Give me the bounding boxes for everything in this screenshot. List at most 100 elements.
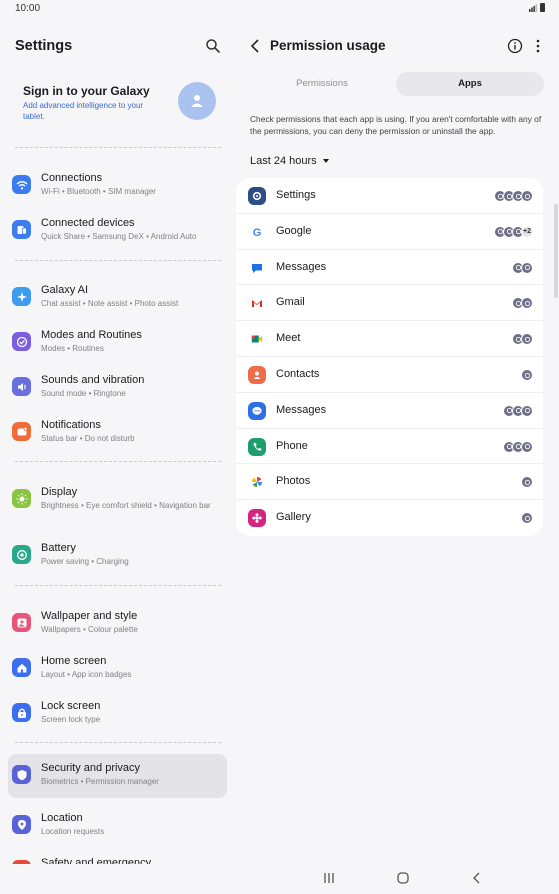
app-row-gmail[interactable]: Gmail bbox=[236, 285, 543, 322]
settings-item-title: Battery bbox=[41, 542, 76, 554]
settings-item-wallpaper-and-style[interactable]: Wallpaper and style Wallpapers • Colour p… bbox=[8, 602, 227, 646]
svg-text:G: G bbox=[253, 227, 262, 239]
app-name: Phone bbox=[276, 439, 308, 452]
shield-icon bbox=[12, 765, 31, 784]
back-nav-icon[interactable] bbox=[468, 870, 486, 886]
app-row-meet[interactable]: Meet bbox=[236, 321, 543, 357]
permission-icons bbox=[521, 512, 533, 525]
settings-item-subtitle: Chat assist • Note assist • Photo assist bbox=[41, 299, 179, 308]
settings-item-display[interactable]: Display Brightness • Eye comfort shield •… bbox=[8, 478, 227, 522]
time-filter-dropdown[interactable]: Last 24 hours bbox=[250, 155, 329, 167]
sparkle-icon bbox=[12, 287, 31, 306]
settings-item-title: Safety and emergency bbox=[41, 857, 152, 864]
app-name: Google bbox=[276, 224, 312, 237]
navigation-bar bbox=[0, 864, 559, 894]
home-button-icon[interactable] bbox=[394, 870, 412, 886]
settings-item-sounds-and-vibration[interactable]: Sounds and vibration Sound mode • Rington… bbox=[8, 366, 227, 410]
more-options-icon[interactable] bbox=[533, 38, 543, 54]
settings-item-galaxy-ai[interactable]: Galaxy AI Chat assist • Note assist • Pho… bbox=[8, 276, 227, 320]
settings-item-connections[interactable]: Connections Wi-Fi • Bluetooth • SIM manag… bbox=[8, 164, 227, 208]
recent-apps-icon[interactable] bbox=[320, 870, 338, 886]
gallery-icon bbox=[248, 509, 266, 528]
app-name: Photos bbox=[276, 475, 311, 488]
app-row-settings[interactable]: Settings bbox=[236, 178, 543, 214]
scrollbar[interactable] bbox=[554, 204, 558, 298]
settings-item-title: Lock screen bbox=[41, 700, 101, 712]
settings-title: Settings bbox=[15, 38, 73, 54]
signin-title: Sign in to your Galaxy bbox=[23, 84, 150, 98]
settings-item-subtitle: Modes • Routines bbox=[41, 344, 104, 353]
location-icon bbox=[12, 815, 31, 834]
permission-icon bbox=[521, 369, 533, 381]
permission-icons bbox=[503, 404, 533, 417]
battery-status-icon bbox=[540, 3, 545, 12]
volume-icon bbox=[12, 377, 31, 396]
settings-item-title: Wallpaper and style bbox=[41, 610, 138, 622]
divider bbox=[15, 260, 221, 261]
devices-icon bbox=[12, 220, 31, 239]
permission-icon bbox=[521, 476, 533, 489]
app-name: Gmail bbox=[276, 296, 305, 309]
tab-permissions[interactable]: Permissions bbox=[248, 72, 396, 96]
avatar[interactable] bbox=[178, 82, 216, 120]
info-icon[interactable] bbox=[507, 38, 523, 54]
photos-icon bbox=[248, 473, 266, 492]
messages-samsung-icon bbox=[248, 401, 266, 420]
settings-item-notifications[interactable]: Notifications Status bar • Do not disturb bbox=[8, 411, 227, 455]
back-arrow-icon[interactable] bbox=[248, 38, 262, 54]
tab-apps[interactable]: Apps bbox=[396, 72, 544, 96]
permission-icon bbox=[521, 404, 533, 417]
app-row-google[interactable]: G Google +2 bbox=[236, 214, 543, 250]
permission-icons bbox=[521, 369, 533, 381]
divider bbox=[15, 585, 221, 586]
gmail-icon bbox=[248, 294, 266, 313]
settings-item-title: Galaxy AI bbox=[41, 284, 89, 296]
app-name: Contacts bbox=[276, 368, 320, 380]
settings-item-title: Modes and Routines bbox=[41, 329, 142, 341]
permission-icons bbox=[503, 440, 533, 453]
settings-item-modes-and-routines[interactable]: Modes and Routines Modes • Routines bbox=[8, 321, 227, 365]
settings-item-battery[interactable]: Battery Power saving • Charging bbox=[8, 534, 227, 578]
app-name: Settings bbox=[276, 189, 316, 201]
settings-item-title: Connected devices bbox=[41, 217, 135, 229]
permission-icon bbox=[521, 333, 533, 346]
app-row-gallery[interactable]: Gallery bbox=[236, 500, 543, 536]
settings-pane: Settings Sign in to your Galaxy Add adva… bbox=[0, 18, 234, 864]
signin-card[interactable]: Sign in to your Galaxy Add advanced inte… bbox=[14, 76, 222, 146]
settings-item-location[interactable]: Location Location requests bbox=[8, 804, 227, 848]
settings-item-home-screen[interactable]: Home screen Layout • App icon badges bbox=[8, 647, 227, 691]
app-row-messages[interactable]: Messages bbox=[236, 250, 543, 286]
settings-item-safety-and-emergency[interactable]: Safety and emergency bbox=[8, 849, 227, 864]
settings-item-title: Connections bbox=[41, 172, 103, 184]
messages-google-icon bbox=[248, 258, 266, 277]
sun-icon bbox=[12, 489, 31, 508]
settings-item-subtitle: Sound mode • Ringtone bbox=[41, 389, 126, 398]
settings-item-security-and-privacy[interactable]: Security and privacy Biometrics • Permiss… bbox=[8, 754, 227, 798]
caret-down-icon bbox=[322, 159, 329, 163]
search-icon[interactable] bbox=[205, 38, 221, 54]
status-bar: 10:00 bbox=[0, 0, 559, 18]
permission-icon bbox=[521, 440, 533, 453]
page-title: Permission usage bbox=[270, 38, 386, 53]
divider bbox=[15, 461, 221, 462]
settings-item-subtitle: Power saving • Charging bbox=[41, 557, 129, 566]
apps-list: Settings G Google +2 Messages Gmail Meet Contac… bbox=[236, 178, 543, 536]
permission-icon bbox=[521, 261, 533, 274]
phone-icon bbox=[248, 437, 266, 456]
permission-icons bbox=[512, 297, 533, 310]
settings-item-connected-devices[interactable]: Connected devices Quick Share • Samsung D… bbox=[8, 209, 227, 253]
settings-item-title: Display bbox=[41, 486, 78, 498]
signin-subtitle: Add advanced intelligence to your tablet… bbox=[23, 101, 144, 121]
google-icon: G bbox=[248, 222, 266, 241]
app-row-photos[interactable]: Photos bbox=[236, 464, 543, 501]
person-icon bbox=[191, 95, 203, 107]
app-row-messages[interactable]: Messages bbox=[236, 393, 543, 429]
settings-item-subtitle: Quick Share • Samsung DeX • Android Auto bbox=[41, 232, 197, 241]
app-row-contacts[interactable]: Contacts bbox=[236, 357, 543, 393]
settings-item-lock-screen[interactable]: Lock screen Screen lock type bbox=[8, 692, 227, 736]
settings-item-title: Location bbox=[41, 812, 83, 824]
status-time: 10:00 bbox=[15, 3, 41, 14]
permission-icons bbox=[512, 261, 533, 274]
app-row-phone[interactable]: Phone bbox=[236, 429, 543, 465]
image-icon bbox=[12, 613, 31, 632]
